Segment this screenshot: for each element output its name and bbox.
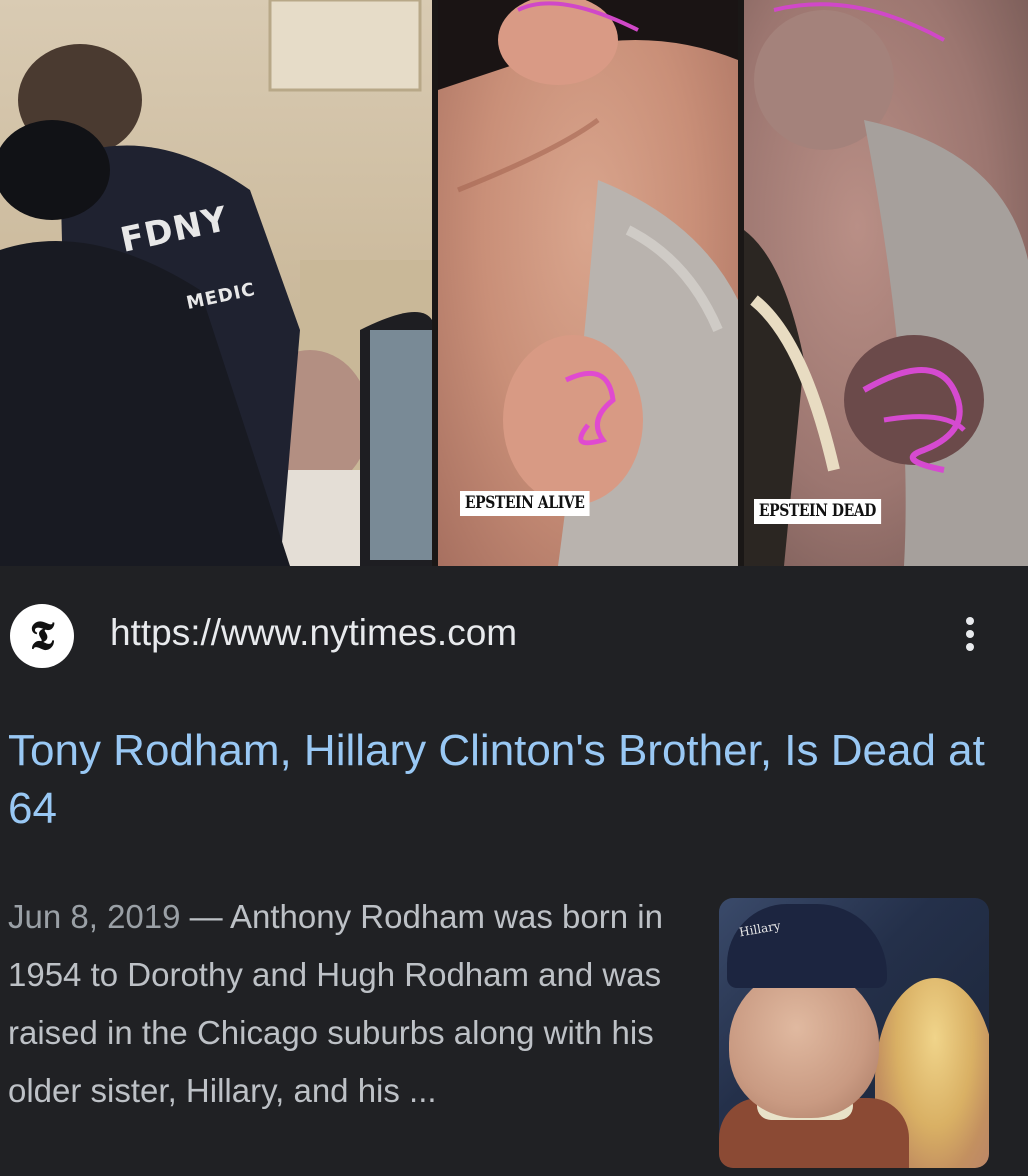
result-date: Jun 8, 2019 [8,898,181,935]
face-closeup-alive-photo [438,0,738,566]
nytimes-logo-icon: 𝕿 [10,604,74,668]
face-dead-illustration [744,2,1028,566]
result-source-row[interactable]: 𝕿 https://www.nytimes.com [10,602,1000,668]
menu-dot [966,630,974,638]
result-title-link[interactable]: Tony Rodham, Hillary Clinton's Brother, … [8,722,1008,838]
result-thumbnail[interactable]: Hillary [719,898,989,1168]
search-result-card: 𝕿 https://www.nytimes.com Tony Rodham, H… [0,566,1028,1176]
cap-text: Hillary [738,918,782,940]
medics-illustration [0,0,432,566]
medics-photo: FDNY MEDIC [0,0,432,566]
face-alive-illustration [438,0,738,566]
menu-dot [966,617,974,625]
thumbnail-face [729,968,879,1118]
epstein-alive-label: EPSTEIN ALIVE [460,491,590,516]
epstein-dead-label: EPSTEIN DEAD [754,499,881,524]
menu-dot [966,643,974,651]
result-snippet: Jun 8, 2019 — Anthony Rodham was born in… [8,888,698,1120]
thumbnail-cap: Hillary [727,904,887,988]
snippet-separator: — [180,898,231,935]
face-closeup-dead-photo [744,0,1028,566]
more-vert-icon[interactable] [956,610,984,658]
result-url[interactable]: https://www.nytimes.com [110,612,517,654]
news-image-collage[interactable]: FDNY MEDIC EPSTEIN ALIVE EPSTEIN DEAD [0,0,1028,566]
favicon-glyph: 𝕿 [29,612,55,659]
